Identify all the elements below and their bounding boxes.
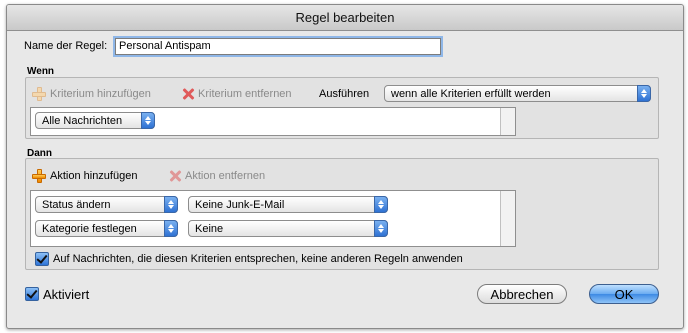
window-title: Regel bearbeiten [7,5,683,31]
execute-condition-select[interactable]: wenn alle Kriterien erfüllt werden [384,85,651,102]
wenn-group: Kriterium hinzufügen Kriterium entfernen… [25,77,659,139]
criteria-scrollbar[interactable] [500,108,515,135]
remove-icon [182,88,194,100]
plus-icon [32,169,46,184]
rule-editor-dialog: Regel bearbeiten Name der Regel: Persona… [6,4,684,329]
rule-name-label: Name der Regel: [24,40,108,52]
action-value-select-1[interactable]: Keine Junk-E-Mail [188,196,388,213]
remove-criterion-button[interactable]: Kriterium entfernen [182,86,292,102]
criterion-select[interactable]: Alle Nachrichten [35,112,155,129]
add-action-button[interactable]: Aktion hinzufügen [32,168,137,184]
add-action-label: Aktion hinzufügen [50,170,138,182]
dann-group: Aktion hinzufügen Aktion entfernen Statu… [25,158,659,270]
rule-name-input[interactable]: Personal Antispam [115,38,441,55]
criterion-select-value: Alle Nachrichten [42,115,123,127]
chevron-updown-icon [374,196,388,213]
actions-list: Status ändern Keine Junk-E-Mail Kategori… [30,190,516,247]
chevron-updown-icon [374,220,388,237]
remove-criterion-label: Kriterium entfernen [198,88,292,100]
execute-condition-value: wenn alle Kriterien erfüllt werden [391,88,551,100]
actions-scrollbar[interactable] [500,191,515,246]
stop-rules-checkbox[interactable] [35,252,49,266]
execute-label: Ausführen [319,88,370,100]
action-select-2[interactable]: Kategorie festlegen [35,220,178,237]
activated-label: Aktiviert [43,287,90,302]
criteria-list: Alle Nachrichten [30,107,516,136]
wenn-heading: Wenn [27,66,55,77]
add-criterion-button[interactable]: Kriterium hinzufügen [32,86,151,102]
chevron-updown-icon [637,85,651,102]
action-value-select-2-value: Keine [195,223,224,235]
action-value-select-1-value: Keine Junk-E-Mail [195,199,285,211]
cancel-button[interactable]: Abbrechen [477,284,567,304]
action-select-1-value: Status ändern [42,199,111,211]
chevron-updown-icon [141,112,155,129]
action-select-2-value: Kategorie festlegen [42,223,137,235]
activated-checkbox[interactable] [25,287,39,301]
action-select-1[interactable]: Status ändern [35,196,178,213]
add-criterion-label: Kriterium hinzufügen [50,88,151,100]
stop-rules-label: Auf Nachrichten, die diesen Kriterien en… [53,253,463,265]
chevron-updown-icon [164,196,178,213]
ok-button[interactable]: OK [589,284,659,304]
action-value-select-2[interactable]: Keine [188,220,388,237]
remove-action-button[interactable]: Aktion entfernen [169,168,265,184]
plus-icon [32,87,46,102]
remove-action-label: Aktion entfernen [185,170,266,182]
remove-icon [169,170,181,182]
chevron-updown-icon [164,220,178,237]
